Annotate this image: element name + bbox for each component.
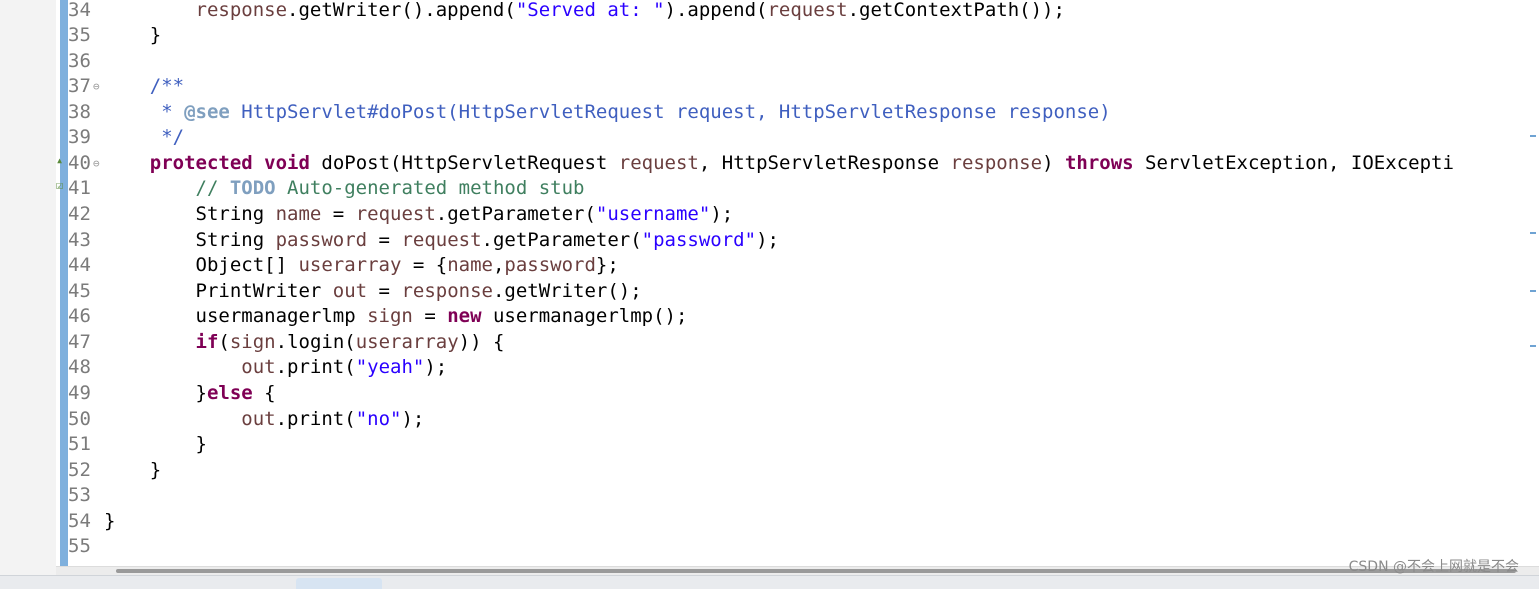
code-line: protected void doPost(HttpServletRequest… bbox=[149, 152, 1454, 174]
code-line: }else { bbox=[104, 382, 276, 404]
code-line: out.print("yeah"); bbox=[241, 356, 448, 378]
code-line: */ bbox=[104, 126, 185, 148]
scrollbar-thumb[interactable] bbox=[116, 569, 1516, 573]
code-line: * @see HttpServlet#doPost(HttpServletReq… bbox=[104, 101, 1111, 123]
fold-collapse-icon[interactable]: ⊖ bbox=[93, 157, 100, 170]
code-editor[interactable]: 34 35 36 37 38 39 40 41 42 43 44 45 46 4… bbox=[56, 0, 1539, 566]
code-line: // TODO Auto-generated method stub bbox=[195, 177, 585, 199]
line-number: 36 bbox=[68, 50, 91, 72]
fold-collapse-icon[interactable]: ⊖ bbox=[93, 80, 100, 93]
overview-ruler-mark[interactable] bbox=[1530, 135, 1536, 137]
code-line: } bbox=[104, 510, 116, 532]
left-panel-edge bbox=[0, 0, 57, 588]
code-line: usermanagerlmp sign = new usermanagerlmp… bbox=[104, 305, 688, 327]
overview-ruler-mark[interactable] bbox=[1530, 345, 1536, 347]
code-line: response.getWriter().append("Served at: … bbox=[195, 0, 1065, 21]
code-line: String password = request.getParameter("… bbox=[104, 229, 779, 251]
bottom-tab[interactable] bbox=[296, 578, 382, 589]
line-number: 55 bbox=[68, 535, 91, 557]
task-marker-icon: ☑ bbox=[56, 178, 64, 192]
line-number: 53 bbox=[68, 484, 91, 506]
overview-ruler-mark[interactable] bbox=[1530, 232, 1536, 234]
override-marker-icon: ▴ bbox=[56, 153, 64, 167]
code-line: } bbox=[104, 433, 207, 455]
horizontal-scrollbar[interactable] bbox=[56, 566, 1539, 575]
bottom-panel-tabs bbox=[0, 575, 1539, 589]
code-line: } bbox=[104, 459, 162, 481]
code-line: PrintWriter out = response.getWriter(); bbox=[104, 280, 642, 302]
code-line: Object[] userarray = {name,password}; bbox=[104, 254, 619, 276]
diff-indicator-bar bbox=[60, 0, 68, 566]
code-line: } bbox=[104, 24, 162, 46]
code-line: out.print("no"); bbox=[241, 408, 425, 430]
code-line: if(sign.login(userarray)) { bbox=[195, 331, 505, 353]
code-line: /** bbox=[104, 75, 185, 97]
overview-ruler-mark[interactable] bbox=[1530, 290, 1536, 292]
code-line: String name = request.getParameter("user… bbox=[104, 203, 734, 225]
watermark: CSDN @不会上网就是不会 bbox=[1348, 559, 1519, 575]
